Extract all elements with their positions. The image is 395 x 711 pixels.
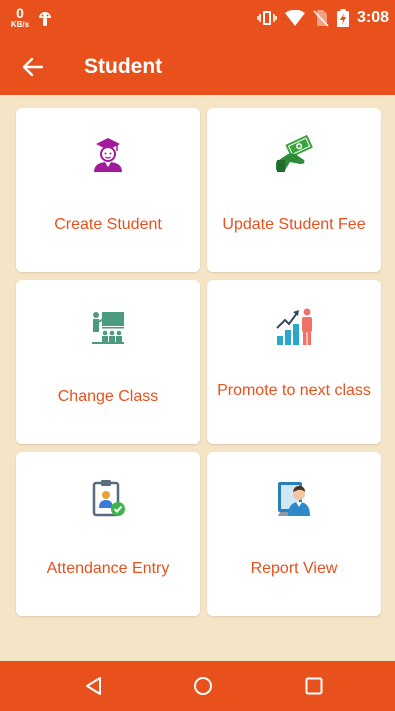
- growth-chart-icon: [274, 306, 314, 346]
- vibrate-icon: [257, 9, 277, 27]
- status-bar: 0 KB/s 3:08: [0, 0, 395, 40]
- attendance-entry-label: Attendance Entry: [46, 560, 170, 577]
- net-speed: 0 KB/s: [8, 6, 32, 29]
- create-student-label: Create Student: [54, 216, 162, 233]
- no-sim-icon: [313, 9, 329, 27]
- attendance-entry-card[interactable]: Attendance Entry: [16, 452, 200, 616]
- report-user-icon: [274, 478, 314, 518]
- battery-charging-icon: [336, 9, 349, 27]
- update-student-fee-label: Update Student Fee: [222, 216, 366, 233]
- change-class-card[interactable]: Change Class: [16, 280, 200, 444]
- classroom-icon: [88, 306, 128, 346]
- graduate-icon: [88, 134, 128, 174]
- money-hand-icon: [274, 134, 314, 174]
- promote-to-next-class-card[interactable]: Promote to next class: [207, 280, 381, 444]
- create-student-card[interactable]: Create Student: [16, 108, 200, 272]
- promote-to-next-class-label: Promote to next class: [217, 382, 371, 399]
- report-view-label: Report View: [250, 560, 338, 577]
- net-speed-unit: KB/s: [10, 20, 30, 29]
- navigation-bar: [0, 661, 395, 711]
- menu-grid: Create Student Update Student Fee Change…: [16, 108, 381, 616]
- app-bar: Student: [0, 40, 395, 95]
- page-title: Student: [84, 55, 163, 78]
- wifi-icon: [284, 10, 305, 26]
- android-icon: [37, 9, 53, 32]
- change-class-label: Change Class: [57, 388, 159, 405]
- home-circle-icon[interactable]: [193, 676, 213, 701]
- status-clock: 3:08: [356, 9, 389, 26]
- back-triangle-icon[interactable]: [84, 676, 104, 701]
- update-student-fee-card[interactable]: Update Student Fee: [207, 108, 381, 272]
- net-speed-value: 0: [16, 5, 24, 21]
- report-view-card[interactable]: Report View: [207, 452, 381, 616]
- recents-square-icon[interactable]: [304, 676, 324, 701]
- status-icons: 3:08: [257, 9, 389, 27]
- arrow-left-icon[interactable]: [22, 56, 44, 83]
- clipboard-check-icon: [88, 478, 128, 518]
